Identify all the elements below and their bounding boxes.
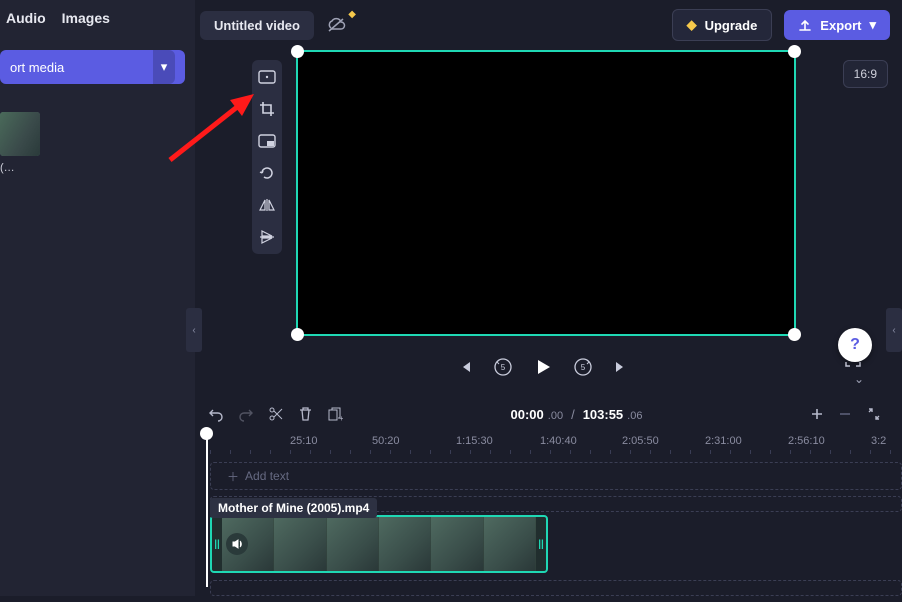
ruler-label: 3:2 [871, 435, 886, 447]
total-time: 103:55 [583, 407, 623, 422]
timeline-toolbar: + 00:00 .00 / 103:55 .06 [200, 398, 890, 430]
top-bar: Untitled video ◆ ◆ Upgrade Export ▾ [200, 8, 890, 42]
chevron-down-icon[interactable]: ▾ [153, 50, 175, 84]
ruler-label: 1:15:30 [456, 435, 493, 447]
media-thumbnail[interactable] [0, 112, 40, 156]
tab-audio[interactable]: Audio [6, 10, 46, 26]
split-icon[interactable] [268, 406, 284, 422]
text-track-placeholder[interactable]: ＋ Add text [210, 462, 902, 490]
resize-handle-br[interactable] [788, 328, 801, 341]
resize-handle-tr[interactable] [788, 45, 801, 58]
clip-audio-icon[interactable] [226, 533, 248, 555]
duplicate-icon[interactable]: + [327, 406, 343, 422]
svg-text:5: 5 [581, 363, 586, 372]
svg-text:+: + [339, 414, 343, 422]
aspect-ratio-button[interactable]: 16:9 [843, 60, 888, 88]
export-button[interactable]: Export ▾ [784, 10, 890, 40]
cloud-sync-icon[interactable]: ◆ [326, 17, 346, 33]
preview-canvas[interactable] [296, 50, 796, 336]
play-icon[interactable] [533, 357, 553, 377]
import-media-button[interactable]: ort media ▾ [0, 50, 185, 84]
chevron-down-icon[interactable]: ⌄ [854, 372, 864, 386]
delete-icon[interactable] [298, 406, 313, 422]
forward-5-icon[interactable]: 5 [573, 357, 593, 377]
current-time: 00:00 [511, 407, 544, 422]
chevron-down-icon: ▾ [869, 17, 876, 33]
zoom-out-icon[interactable] [838, 407, 852, 421]
skip-start-icon[interactable] [457, 359, 473, 375]
ruler-label: 50:20 [372, 435, 400, 447]
ruler-label: 2:31:00 [705, 435, 742, 447]
time-display: 00:00 .00 / 103:55 .06 [511, 407, 643, 422]
zoom-in-icon[interactable] [810, 407, 824, 421]
fit-timeline-icon[interactable] [866, 406, 882, 422]
empty-track[interactable] [210, 580, 902, 596]
upgrade-button[interactable]: ◆ Upgrade [672, 9, 773, 41]
skip-end-icon[interactable] [613, 359, 629, 375]
plus-icon: ＋ [227, 468, 239, 485]
ruler-label: 2:05:50 [622, 435, 659, 447]
playhead-line [206, 437, 208, 587]
timeline-ruler[interactable]: 25:10 50:20 1:15:30 1:40:40 2:05:50 2:31:00 2:… [200, 432, 902, 456]
total-time-frac: .06 [627, 410, 642, 422]
current-time-frac: .00 [548, 410, 563, 422]
clip-thumbnails [222, 517, 536, 571]
media-panel: Audio Images ort media ▾ (… [0, 0, 195, 596]
upload-icon [798, 18, 812, 32]
help-button[interactable]: ? [838, 328, 872, 362]
undo-icon[interactable] [208, 406, 224, 422]
gem-icon: ◆ [687, 17, 697, 33]
premium-badge-icon: ◆ [348, 9, 356, 20]
preview-area [246, 50, 846, 336]
resize-handle-bl[interactable] [291, 328, 304, 341]
tab-images[interactable]: Images [62, 10, 110, 26]
clip-trim-left[interactable]: || [212, 517, 222, 571]
playback-controls: 5 5 [200, 350, 886, 384]
time-sep: / [567, 407, 579, 422]
redo-icon[interactable] [238, 406, 254, 422]
export-label: Export [820, 18, 861, 33]
svg-text:5: 5 [501, 363, 506, 372]
upgrade-label: Upgrade [705, 18, 758, 33]
text-track-hint: Add text [245, 469, 289, 483]
video-clip[interactable]: || || [210, 515, 548, 573]
clip-trim-right[interactable]: || [536, 517, 546, 571]
import-media-label: ort media [10, 60, 64, 75]
rewind-5-icon[interactable]: 5 [493, 357, 513, 377]
ruler-label: 25:10 [290, 435, 318, 447]
ruler-label: 2:56:10 [788, 435, 825, 447]
project-title[interactable]: Untitled video [200, 11, 314, 40]
collapse-left-icon[interactable]: ‹ [186, 308, 202, 352]
ruler-label: 1:40:40 [540, 435, 577, 447]
resize-handle-tl[interactable] [291, 45, 304, 58]
media-filename: (… [0, 162, 195, 174]
clip-label: Mother of Mine (2005).mp4 [210, 498, 377, 518]
expand-right-icon[interactable]: ‹ [886, 308, 902, 352]
